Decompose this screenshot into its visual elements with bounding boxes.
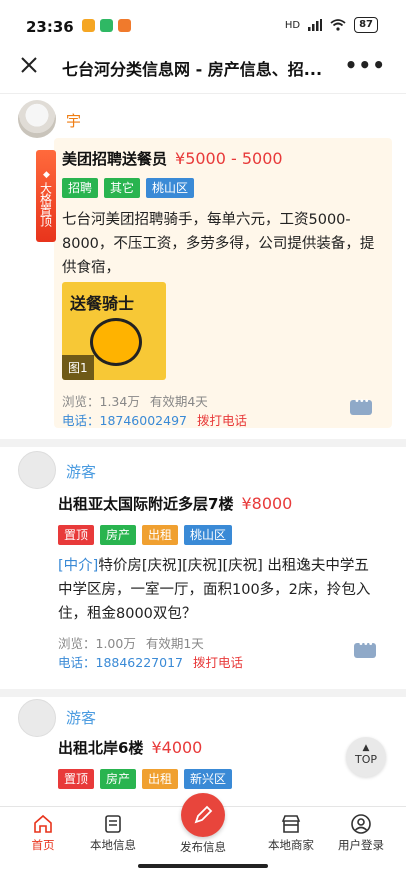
avatar[interactable] xyxy=(18,699,56,737)
document-icon xyxy=(105,815,121,833)
page-title: 七台河分类信息网 - 房产信息、招... xyxy=(62,60,323,79)
call-button[interactable]: 拨打电话 xyxy=(193,655,243,670)
tag-badge: 出租 xyxy=(142,769,179,789)
tab-login[interactable]: 用户登录 xyxy=(326,807,396,853)
tab-label: 用户登录 xyxy=(338,838,384,852)
price: ¥8000 xyxy=(241,494,293,513)
post-list[interactable]: 宇 ◆ 大格置顶 美团招聘送餐员 ¥5000 - 5000 招聘 其它 桃山区 七台河… xyxy=(0,94,406,806)
post-title[interactable]: 美团招聘送餐员 ¥5000 - 5000 xyxy=(62,148,283,169)
tag-badge: 桃山区 xyxy=(146,178,195,198)
list-item[interactable]: 宇 ◆ 大格置顶 美团招聘送餐员 ¥5000 - 5000 招聘 其它 桃山区 七台河… xyxy=(0,94,406,447)
description-text: 特价房[庆祝][庆祝][庆祝] 出租逸夫中学五中学区房，一室一厅，面积100多，… xyxy=(58,558,371,622)
list-item[interactable]: 游客 出租亚太国际附近多层7楼 ¥8000 置顶 房产 出租 桃山区 [中介]特价房[庆… xyxy=(0,447,406,697)
chat-icon[interactable] xyxy=(354,639,376,658)
post-title[interactable]: 出租北岸6楼 ¥4000 xyxy=(58,737,202,758)
close-icon[interactable] xyxy=(18,54,40,76)
tag-badge: 新兴区 xyxy=(184,769,233,789)
status-time: 23:36 xyxy=(26,18,74,36)
tag-badge: 房产 xyxy=(100,525,137,545)
tag-list: 置顶 房产 出租 桃山区 xyxy=(58,525,233,545)
image-count-label: 图1 xyxy=(62,355,94,380)
post-description[interactable]: 七台河美团招聘骑手，每单六元，工资5000-8000，不压工资，多劳多得，公司提… xyxy=(62,208,382,280)
avatar[interactable] xyxy=(18,100,56,138)
post-stats: 浏览：1.00万 有效期1天 xyxy=(58,633,214,652)
network-type-label: HD xyxy=(284,19,301,31)
pin-badge-label: 大格置顶 xyxy=(38,182,53,226)
tab-publish[interactable]: 发布信息 xyxy=(168,793,238,855)
user-icon xyxy=(351,814,371,834)
notification-app-icon xyxy=(118,19,131,32)
chat-icon[interactable] xyxy=(350,396,372,415)
tag-badge: 房产 xyxy=(100,769,137,789)
more-options-icon[interactable]: ••• xyxy=(345,53,386,77)
signal-icon xyxy=(308,19,323,31)
phone-line: 电话：18746002497 拨打电话 xyxy=(62,410,247,429)
tab-label: 本地商家 xyxy=(268,838,314,852)
tag-badge: 置顶 xyxy=(58,769,95,789)
image-banner: 送餐骑士 xyxy=(70,294,135,313)
bottom-tab-bar: 首页 本地信息 发布信息 本地商家 用户登录 xyxy=(0,793,406,856)
avatar[interactable] xyxy=(18,451,56,489)
title-bar: 七台河分类信息网 - 房产信息、招... ••• xyxy=(0,40,406,94)
store-icon xyxy=(281,815,301,833)
notification-app-icon xyxy=(82,19,95,32)
tag-badge: 招聘 xyxy=(62,178,99,198)
price: ¥4000 xyxy=(151,738,203,757)
views-count: 浏览：1.00万 xyxy=(58,636,136,651)
phone-number[interactable]: 电话：18846227017 xyxy=(58,655,183,670)
call-button[interactable]: 拨打电话 xyxy=(197,413,247,428)
phone-line: 电话：18846227017 拨打电话 xyxy=(58,652,243,671)
tab-local-info[interactable]: 本地信息 xyxy=(78,807,148,853)
status-bar: 23:36 HD 87 xyxy=(0,0,406,40)
tag-badge: 桃山区 xyxy=(184,525,233,545)
username[interactable]: 游客 xyxy=(66,707,96,728)
validity-label: 有效期1天 xyxy=(145,636,204,651)
tag-badge: 其它 xyxy=(104,178,141,198)
views-count: 浏览：1.34万 xyxy=(62,394,140,409)
post-stats: 浏览：1.34万 有效期4天 xyxy=(62,391,218,410)
battery-indicator: 87 xyxy=(354,17,378,33)
tag-badge: 置顶 xyxy=(58,525,95,545)
validity-label: 有效期4天 xyxy=(149,394,208,409)
shield-app-icon xyxy=(100,19,113,32)
home-icon xyxy=(34,814,52,833)
post-title-text: 出租北岸6楼 xyxy=(58,739,144,757)
tag-list: 置顶 房产 出租 新兴区 xyxy=(58,769,233,789)
tag-list: 招聘 其它 桃山区 xyxy=(62,178,195,198)
back-to-top-button[interactable]: ▲ TOP xyxy=(346,737,386,777)
tab-label: 首页 xyxy=(31,838,55,852)
tab-local-stores[interactable]: 本地商家 xyxy=(256,807,326,853)
edit-icon xyxy=(194,805,213,824)
status-indicators: HD 87 xyxy=(285,17,378,33)
post-description[interactable]: [中介]特价房[庆祝][庆祝][庆祝] 出租逸夫中学五中学区房，一室一厅，面积1… xyxy=(58,554,378,626)
diamond-icon: ◆ xyxy=(43,170,50,180)
post-title-text: 美团招聘送餐员 xyxy=(62,150,168,168)
phone-number[interactable]: 电话：18746002497 xyxy=(62,413,187,428)
system-nav-bar xyxy=(0,856,406,879)
home-indicator[interactable] xyxy=(138,864,268,868)
tab-home[interactable]: 首页 xyxy=(8,807,78,853)
post-title[interactable]: 出租亚太国际附近多层7楼 ¥8000 xyxy=(58,493,292,514)
post-image[interactable]: 送餐骑士 图1 xyxy=(62,282,166,380)
price: ¥5000 - 5000 xyxy=(175,149,283,168)
username[interactable]: 宇 xyxy=(66,110,81,131)
back-to-top-label: TOP xyxy=(354,753,377,766)
publish-button[interactable] xyxy=(181,793,225,837)
username[interactable]: 游客 xyxy=(66,461,96,482)
wifi-icon xyxy=(330,19,346,31)
tab-label: 发布信息 xyxy=(180,840,226,854)
tab-label: 本地信息 xyxy=(90,838,136,852)
rider-illustration xyxy=(90,318,142,366)
arrow-up-icon: ▲ xyxy=(362,743,370,753)
tag-badge: 出租 xyxy=(142,525,179,545)
agency-label: [中介] xyxy=(58,558,99,574)
pin-badge: ◆ 大格置顶 xyxy=(36,150,56,242)
post-title-text: 出租亚太国际附近多层7楼 xyxy=(58,495,234,513)
